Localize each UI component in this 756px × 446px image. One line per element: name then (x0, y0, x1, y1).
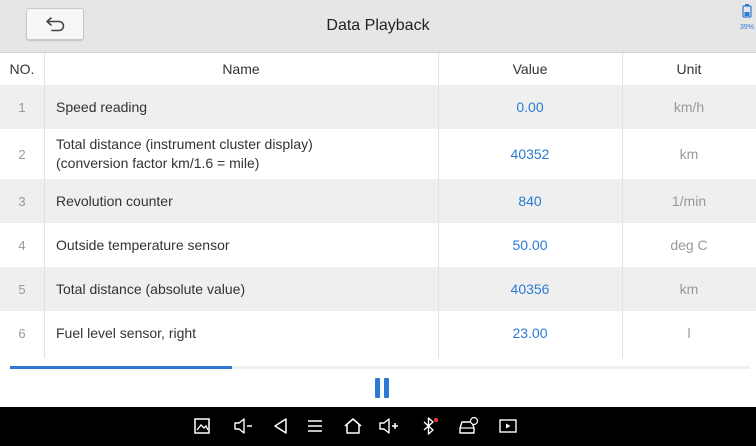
home-button[interactable] (342, 415, 364, 437)
row-name: Outside temperature sensor (56, 236, 230, 253)
back-icon (274, 418, 287, 434)
table-row[interactable]: 2 Total distance (instrument cluster dis… (0, 129, 756, 179)
home-icon (344, 418, 362, 434)
row-unit: km (679, 281, 699, 297)
car-diagnostics-icon (459, 416, 479, 434)
header-bar: Data Playback 39% (0, 0, 756, 53)
row-number: 2 (18, 146, 26, 162)
nav-back-button[interactable] (270, 415, 292, 437)
row-number: 3 (18, 193, 26, 209)
row-value: 23.00 (512, 325, 548, 341)
row-name: Total distance (absolute value) (56, 280, 246, 297)
car-diagnostics-button[interactable] (457, 415, 479, 437)
column-header-unit: Unit (676, 61, 702, 77)
column-divider (438, 53, 439, 358)
screenshot-icon (194, 418, 210, 434)
screen-record-icon (499, 419, 517, 433)
column-divider (622, 53, 623, 358)
column-header-no: NO. (9, 61, 35, 77)
page-title: Data Playback (326, 17, 430, 34)
table-header-row: NO. Name Value Unit (0, 53, 756, 85)
screenshot-button[interactable] (191, 415, 213, 437)
row-name-line: Total distance (instrument cluster displ… (56, 136, 313, 152)
column-header-name: Name (222, 60, 260, 77)
row-value: 40356 (510, 281, 550, 297)
pause-icon (375, 378, 380, 398)
row-number: 5 (18, 281, 26, 297)
row-number: 6 (18, 325, 26, 341)
row-number: 1 (18, 99, 26, 115)
row-unit: km/h (673, 99, 705, 115)
table-row[interactable]: 6 Fuel level sensor, right 23.00 l (0, 311, 756, 355)
table-row[interactable]: 4 Outside temperature sensor 50.00 deg C (0, 223, 756, 267)
row-unit: 1/min (671, 193, 707, 209)
row-name: Revolution counter (56, 192, 173, 209)
screen-record-button[interactable] (497, 415, 519, 437)
row-name: Speed reading (56, 98, 148, 115)
row-value: 50.00 (512, 237, 548, 253)
pause-icon (384, 378, 389, 398)
table-row[interactable]: 5 Total distance (absolute value) 40356 … (0, 267, 756, 311)
system-navigation-bar (0, 407, 756, 446)
row-value: 0.00 (516, 99, 544, 115)
back-button[interactable] (26, 8, 84, 40)
playback-controls (0, 369, 756, 407)
app-window: Data Playback 39% NO. Name Value Unit 1 (0, 0, 756, 446)
table-row[interactable]: 3 Revolution counter 840 1/min (0, 179, 756, 223)
volume-up-button[interactable] (378, 415, 400, 437)
bluetooth-button[interactable] (418, 415, 440, 437)
column-divider (44, 53, 45, 358)
volume-down-icon (234, 418, 252, 434)
row-name: Total distance (instrument cluster displ… (44, 135, 438, 173)
row-name-line: (conversion factor km/1.6 = mile) (56, 155, 260, 171)
row-unit: deg C (670, 237, 708, 253)
row-value: 840 (518, 193, 542, 209)
row-number: 4 (18, 237, 26, 253)
battery-percent: 39% (739, 24, 754, 31)
table-row[interactable]: 1 Speed reading 0.00 km/h (0, 85, 756, 129)
row-value: 40352 (510, 146, 550, 162)
menu-button[interactable] (304, 415, 326, 437)
column-header-value: Value (512, 61, 548, 77)
battery-indicator: 39% (738, 4, 756, 44)
row-name: Fuel level sensor, right (56, 324, 197, 341)
menu-icon (308, 420, 322, 432)
back-arrow-icon (46, 17, 65, 32)
pause-button[interactable] (374, 378, 390, 398)
bluetooth-icon (423, 417, 439, 435)
battery-icon (742, 4, 752, 18)
volume-up-icon (379, 418, 398, 434)
volume-down-button[interactable] (232, 415, 254, 437)
row-unit: l (687, 325, 691, 341)
data-table: NO. Name Value Unit 1 Speed reading 0.00… (0, 53, 756, 355)
row-unit: km (679, 146, 699, 162)
